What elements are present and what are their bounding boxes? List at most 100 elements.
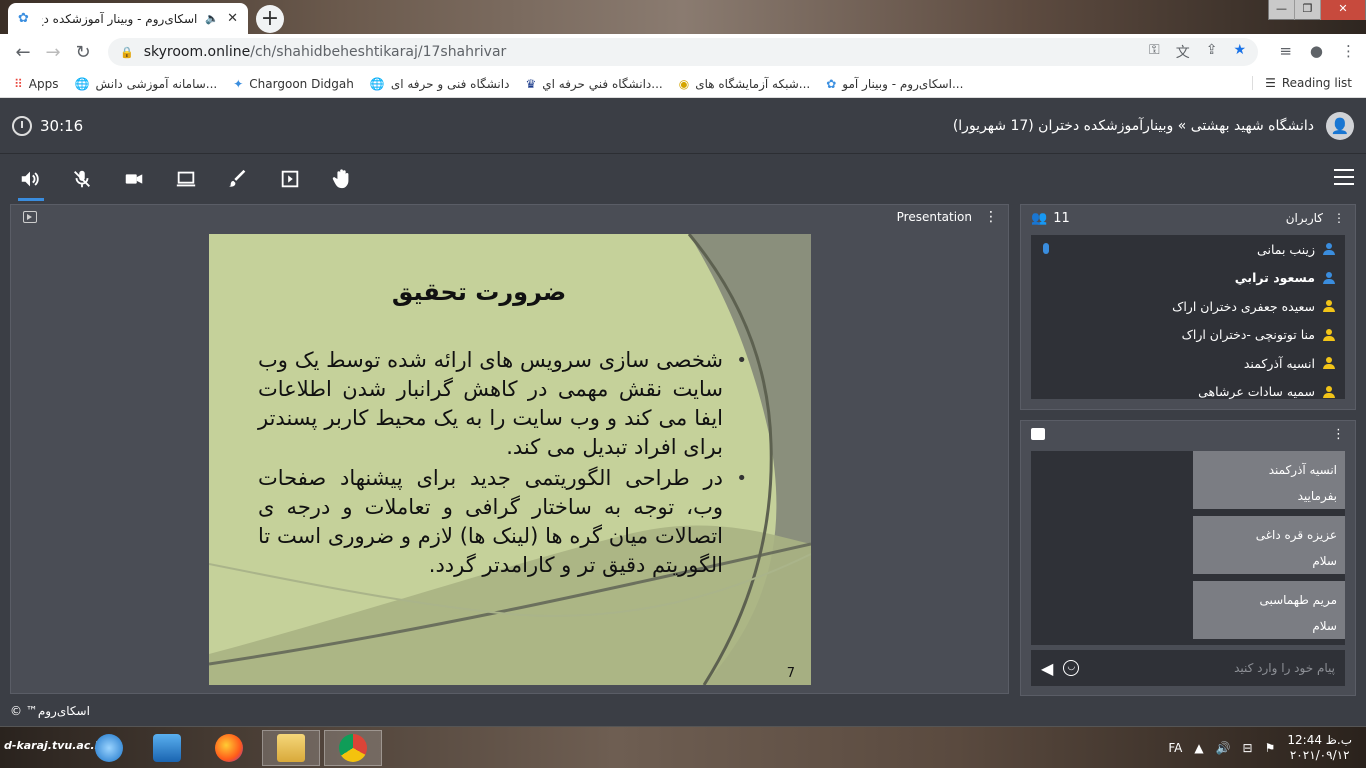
camera-button[interactable] [108,157,160,201]
reading-list-icon: ☰ [1265,76,1276,90]
university-icon: ♛ [525,76,537,91]
volume-icon[interactable]: 🔊 [1216,741,1231,755]
bookmarks-bar: ⠿ Apps 🌐 سامانه آموزشی دانش... ✦ Chargoon D… [0,70,1366,98]
user-item[interactable]: منا توتونچی -دختران اراک [1031,321,1345,350]
user-item[interactable]: سمیه سادات عرشاهی [1031,378,1345,399]
new-tab-button[interactable]: + [256,5,284,33]
apps-grid-icon: ⠿ [14,76,23,91]
speaker-button[interactable] [4,157,56,201]
user-avatar[interactable]: 👤 [1326,112,1354,140]
chat-input[interactable]: پیام خود را وارد کنید [1089,661,1335,675]
media-player-icon [153,734,181,762]
users-list: زینب بمانی مسعود ترابي سعیده جعفری دخترا… [1031,235,1345,399]
presentation-toggle-icon[interactable] [23,211,37,223]
language-indicator[interactable]: FA [1168,741,1182,755]
taskbar-clock[interactable]: 12:44 ب.ظ ۲۰۲۱/۰۹/۱۲ [1287,733,1352,763]
presentation-header: Presentation ⋮ [897,209,998,225]
translate-icon[interactable]: 文 [1176,42,1190,62]
menu-hamburger-icon[interactable] [1334,169,1354,185]
windows-taskbar: d-karaj.tvu.ac.ir FA ▲ 🔊 ⊟ ⚑ 12:44 ب.ظ ۲… [0,726,1366,768]
address-bar[interactable]: 🔒 skyroom.online/ch/shahidbeheshtikaraj/… [108,38,1258,66]
chrome-taskbar-button[interactable] [324,730,382,766]
user-item[interactable]: سعیده جعفری دختران اراک [1031,292,1345,321]
chat-input-bar: ◀ ◡ پیام خود را وارد کنید [1031,650,1345,686]
reading-list-button[interactable]: ☰ Reading list [1252,76,1352,90]
browser-toolbar: ← → ↻ 🔒 skyroom.online/ch/shahidbeheshti… [0,34,1366,70]
chat-message: عزیزه قره داغی سلام [1193,516,1345,574]
users-title: کاربران [1285,211,1323,225]
lock-icon[interactable]: 🔒 [120,46,134,59]
user-icon [1323,300,1335,313]
ie-taskbar-button[interactable] [80,730,138,766]
browser-tab[interactable]: ✿ اسکای‌روم - وبینار آموزشکده دخ 🔈 ✕ [8,3,248,34]
tray-expand-icon[interactable]: ▲ [1194,741,1203,755]
bookmark-5[interactable]: ◉ شبکه آزمایشگاه های... [679,77,811,91]
url-text[interactable]: skyroom.online/ch/shahidbeheshtikaraj/17… [144,44,507,60]
flag-icon[interactable]: ⚑ [1265,741,1276,755]
user-icon [1323,357,1335,370]
media-player-taskbar-button[interactable] [138,730,196,766]
media-control-icon[interactable]: ≡ [1279,42,1292,60]
emoji-icon[interactable]: ◡ [1063,660,1080,676]
chat-panel: ⋮ انسیه آذرکمند بفرمایید عزیزه قره داغی سل… [1020,420,1356,696]
bookmark-4[interactable]: ♛ دانشگاه فني حرفه اي... [525,77,662,91]
room-title: دانشگاه شهید بهشتی » وبینارآموزشکده دختر… [952,118,1314,134]
key-icon[interactable]: ⚿ [1149,42,1160,62]
tab-close-icon[interactable]: ✕ [227,11,238,26]
browser-menu-icon[interactable]: ⋮ [1341,42,1356,60]
back-button[interactable]: ← [8,42,38,63]
whiteboard-button[interactable] [212,157,264,201]
forward-button[interactable]: → [38,42,68,63]
media-button[interactable] [264,157,316,201]
presentation-menu-icon[interactable]: ⋮ [984,209,998,225]
tab-audio-icon[interactable]: 🔈 [205,12,219,25]
bookmark-1[interactable]: 🌐 سامانه آموزشی دانش... [75,77,218,91]
brush-icon [228,169,246,187]
slide-page-number: 7 [786,666,795,681]
screen-share-button[interactable] [160,157,212,201]
network-icon[interactable]: ⊟ [1243,741,1253,755]
close-window-button[interactable]: ✕ [1321,0,1365,20]
bookmark-6[interactable]: ✿ اسکای‌روم - وبینار آمو... [826,77,963,91]
maximize-button[interactable]: ❐ [1295,0,1321,20]
bookmark-apps[interactable]: ⠿ Apps [14,77,59,91]
chrome-icon [339,734,367,762]
slide-bullet-2: در طراحی الگوریتمی جدید برای پیشنهاد صفح… [258,464,747,580]
clock-icon [12,116,32,136]
skyroom-app: 30:16 دانشگاه شهید بهشتی » وبینارآموزشکد… [0,98,1366,726]
microphone-button[interactable] [56,157,108,201]
users-menu-icon[interactable]: ⋮ [1333,211,1345,225]
camera-icon [125,174,143,184]
bookmark-star-icon[interactable]: ★ [1233,42,1246,62]
tab-title: اسکای‌روم - وبینار آموزشکده دخ [42,11,198,26]
user-icon [1323,385,1335,398]
users-header: 👥 11 کاربران ⋮ [1021,205,1355,231]
mic-off-icon [74,170,90,188]
bookmark-3[interactable]: 🌐 دانشگاه فنی و حرفه ای [370,77,510,91]
mic-active-icon [1043,243,1049,254]
chat-messages: انسیه آذرکمند بفرمایید عزیزه قره داغی سلام… [1031,451,1345,645]
chat-menu-icon[interactable]: ⋮ [1332,427,1345,442]
user-item[interactable]: زینب بمانی [1031,235,1345,264]
globe-icon: 🌐 [74,76,90,91]
hand-icon [332,169,349,189]
send-icon[interactable]: ◀ [1041,659,1053,678]
users-panel: 👥 11 کاربران ⋮ زینب بمانی مسعود ترابي سعید… [1020,204,1356,410]
skyroom-favicon-icon: ✿ [18,10,29,26]
profile-icon[interactable]: ● [1310,42,1323,60]
firefox-taskbar-button[interactable] [200,730,258,766]
app-topbar: 30:16 دانشگاه شهید بهشتی » وبینارآموزشکد… [0,98,1366,154]
slide: ضرورت تحقیق شخصی سازی سرویس های ارائه شد… [209,234,811,685]
explorer-taskbar-button[interactable] [262,730,320,766]
minimize-button[interactable]: — [1269,0,1295,20]
user-item[interactable]: انسیه آذرکمند [1031,349,1345,378]
chat-header: ⋮ [1021,421,1355,447]
reload-button[interactable]: ↻ [68,42,98,63]
share-icon[interactable]: ⇪ [1206,42,1218,62]
skyroom-icon: ✿ [826,76,837,91]
user-item[interactable]: مسعود ترابي [1031,264,1345,293]
raise-hand-button[interactable] [316,157,368,201]
slide-bullet-1: شخصی سازی سرویس های ارائه شده توسط یک وب… [258,346,747,462]
bookmark-2[interactable]: ✦ Chargoon Didgah [233,77,354,91]
session-timer: 30:16 [12,116,83,136]
